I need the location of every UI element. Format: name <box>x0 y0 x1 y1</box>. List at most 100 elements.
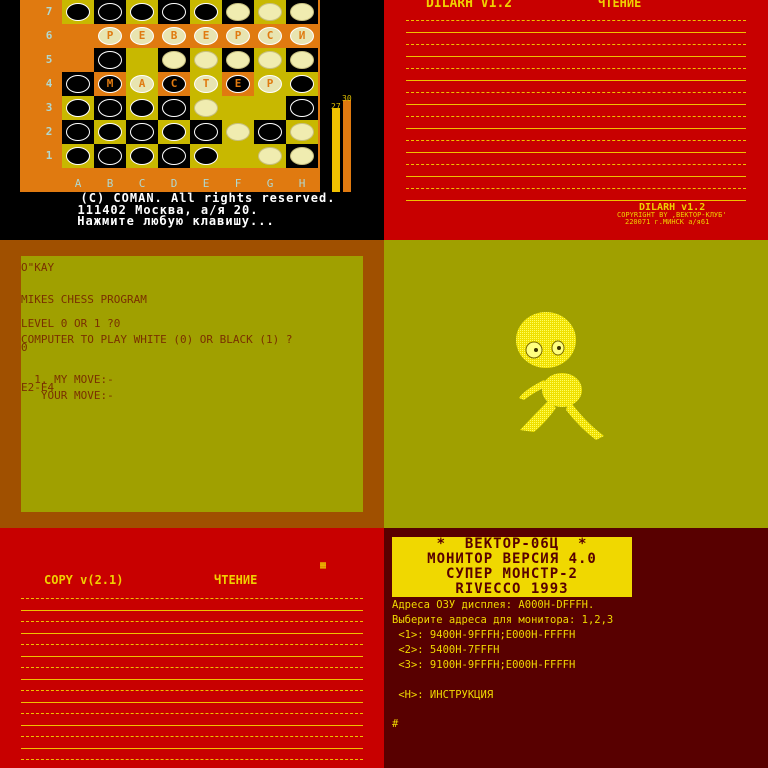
row-label: 1 <box>45 149 53 162</box>
board-cell[interactable] <box>190 96 222 120</box>
board-cell[interactable] <box>126 48 158 72</box>
board-cell[interactable]: В <box>158 24 190 48</box>
black-disc <box>194 3 218 21</box>
board-cell[interactable] <box>190 48 222 72</box>
board-cell[interactable] <box>126 144 158 168</box>
board-cell[interactable] <box>62 0 94 24</box>
text-line <box>21 667 363 669</box>
board-cell[interactable] <box>190 0 222 24</box>
monitor-prompt[interactable]: # <box>392 718 398 730</box>
white-disc <box>226 123 250 141</box>
board-cell[interactable]: Е <box>222 72 254 96</box>
board-cell[interactable] <box>254 120 286 144</box>
board-cell[interactable] <box>126 120 158 144</box>
text-line <box>21 724 363 727</box>
board-cell[interactable] <box>222 120 254 144</box>
board-cell[interactable]: С <box>158 72 190 96</box>
board-cell[interactable] <box>94 120 126 144</box>
score-bar-left <box>332 108 340 192</box>
monitor-option-3[interactable]: <3>: 9100H-9FFFH;E000H-FFFFH <box>392 659 575 671</box>
board-cell[interactable] <box>222 96 254 120</box>
board-cell[interactable]: М <box>94 72 126 96</box>
black-disc <box>98 147 122 165</box>
board-cell[interactable] <box>94 0 126 24</box>
board-cell[interactable] <box>158 120 190 144</box>
row-label: 2 <box>45 125 53 138</box>
black-disc <box>130 99 154 117</box>
board-cell[interactable] <box>62 120 94 144</box>
board-cell[interactable] <box>190 120 222 144</box>
text-line <box>21 713 363 715</box>
board-cell[interactable] <box>190 144 222 168</box>
board-cell[interactable] <box>62 144 94 168</box>
banner-line-1: * ВЕКТОР-06Ц * <box>392 537 632 552</box>
text-line <box>406 104 746 106</box>
white-disc <box>290 51 314 69</box>
black-disc <box>194 147 218 165</box>
board-cell[interactable]: Р <box>94 24 126 48</box>
column-label: B <box>106 177 114 190</box>
board-cell[interactable] <box>94 96 126 120</box>
board-cell[interactable] <box>158 96 190 120</box>
creature-sprite <box>516 312 604 440</box>
board-cell[interactable] <box>94 144 126 168</box>
chess-line-yourmove: YOUR MOVE:- <box>21 389 114 402</box>
press-any-key-text: Нажмите любую клавишу... <box>77 214 275 228</box>
board-cell[interactable] <box>126 96 158 120</box>
dilarh-mode: ЧТЕНИЕ <box>598 0 642 10</box>
board-cell[interactable]: И <box>286 24 318 48</box>
chess-line-title: MIKES CHESS PROGRAM <box>21 293 147 306</box>
board-cell[interactable] <box>286 72 318 96</box>
text-line <box>21 678 363 681</box>
board-cell[interactable] <box>62 48 94 72</box>
black-disc <box>162 147 186 165</box>
board-cell[interactable]: Р <box>222 24 254 48</box>
board-cell[interactable] <box>254 0 286 24</box>
board-cell[interactable] <box>94 48 126 72</box>
score-bar-right <box>343 100 351 192</box>
board-cell[interactable] <box>222 144 254 168</box>
board-cell[interactable] <box>286 0 318 24</box>
monitor-option-help[interactable]: <H>: ИНСТРУКЦИЯ <box>392 689 493 701</box>
board-cell[interactable]: Е <box>190 24 222 48</box>
black-disc <box>194 123 218 141</box>
monitor-option-1[interactable]: <1>: 9400H-9FFFH;E000H-FFFFH <box>392 629 575 641</box>
board-cell[interactable] <box>62 72 94 96</box>
board-cell[interactable] <box>62 24 94 48</box>
board-cell[interactable]: С <box>254 24 286 48</box>
copy-mode: ЧТЕНИЕ <box>214 573 258 587</box>
reversi-grid: РЕВЕРСИМАСТЕР <box>62 0 318 176</box>
banner-line-2: МОНИТОР ВЕРСИЯ 4.0 <box>392 552 632 567</box>
board-cell[interactable] <box>158 144 190 168</box>
board-cell[interactable] <box>286 48 318 72</box>
board-cell[interactable]: Р <box>254 72 286 96</box>
monitor-option-2[interactable]: <2>: 5400H-7FFFH <box>392 644 499 656</box>
title-letter-disc: Р <box>98 27 122 45</box>
board-cell[interactable] <box>254 48 286 72</box>
text-line <box>406 128 746 130</box>
board-cell[interactable]: Е <box>126 24 158 48</box>
board-cell[interactable] <box>254 96 286 120</box>
black-disc <box>66 99 90 117</box>
board-cell[interactable] <box>286 120 318 144</box>
text-line <box>406 92 746 94</box>
board-cell[interactable] <box>158 48 190 72</box>
board-cell[interactable]: А <box>126 72 158 96</box>
white-disc <box>290 123 314 141</box>
board-cell[interactable] <box>62 96 94 120</box>
board-cell[interactable] <box>126 0 158 24</box>
board-cell[interactable] <box>254 144 286 168</box>
master-letter-disc: М <box>98 75 122 93</box>
text-line <box>406 152 746 154</box>
text-line <box>406 80 746 82</box>
master-letter-disc: Т <box>194 75 218 93</box>
white-disc <box>258 3 282 21</box>
board-cell[interactable]: Т <box>190 72 222 96</box>
black-disc <box>162 3 186 21</box>
board-cell[interactable] <box>286 96 318 120</box>
board-cell[interactable] <box>222 0 254 24</box>
board-cell[interactable] <box>222 48 254 72</box>
master-letter-disc: Р <box>258 75 282 93</box>
board-cell[interactable] <box>286 144 318 168</box>
board-cell[interactable] <box>158 0 190 24</box>
